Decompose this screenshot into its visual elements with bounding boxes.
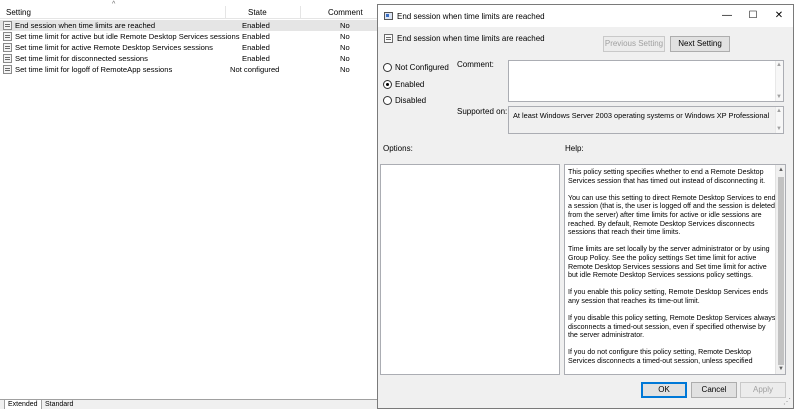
scroll-up-icon[interactable]: ▲	[776, 108, 782, 114]
column-divider[interactable]	[225, 6, 226, 19]
previous-setting-button[interactable]: Previous Setting	[603, 36, 665, 52]
help-paragraph: This policy setting specifies whether to…	[568, 168, 766, 185]
radio-circle[interactable]	[383, 96, 392, 105]
setting-heading: End session when time limits are reached	[397, 34, 545, 43]
radio-circle[interactable]	[383, 80, 392, 89]
comment-field[interactable]: ▲ ▼	[508, 60, 784, 102]
column-header-comment[interactable]: Comment	[328, 8, 363, 17]
tab-extended[interactable]: Extended	[4, 400, 42, 409]
close-button[interactable]: ✕	[766, 7, 792, 25]
radio-circle[interactable]	[383, 63, 392, 72]
row-setting-name: End session when time limits are reached	[15, 21, 156, 30]
supported-on-field: At least Windows Server 2003 operating s…	[508, 106, 784, 134]
tab-standard[interactable]: Standard	[42, 400, 76, 409]
row-setting-name: Set time limit for active Remote Desktop…	[15, 43, 213, 52]
help-text: This policy setting specifies whether to…	[568, 168, 776, 374]
title-bar[interactable]: End session when time limits are reached…	[378, 5, 793, 27]
row-setting-name: Set time limit for logoff of RemoteApp s…	[15, 65, 173, 74]
help-scrollbar[interactable]: ▲ ▼	[775, 165, 785, 374]
scroll-down-icon[interactable]: ▼	[776, 126, 782, 132]
radio-label: Not Configured	[395, 63, 449, 72]
group-policy-window-icon	[384, 12, 393, 20]
policy-setting-icon	[384, 34, 393, 43]
supported-on-label: Supported on:	[457, 107, 508, 116]
window-title: End session when time limits are reached	[397, 12, 545, 21]
policy-setting-icon	[3, 65, 12, 74]
row-state: Enabled	[242, 43, 270, 52]
scroll-up-icon[interactable]: ▲	[776, 62, 782, 68]
row-state: Enabled	[242, 32, 270, 41]
view-tabs: Extended Standard	[0, 399, 380, 409]
row-setting-name: Set time limit for disconnected sessions	[15, 54, 148, 63]
policy-setting-icon	[3, 21, 12, 30]
table-row[interactable]: Set time limit for active Remote Desktop…	[0, 42, 380, 53]
sort-ascending-icon: ^	[112, 1, 116, 8]
scroll-down-icon[interactable]: ▼	[776, 94, 782, 100]
row-comment: No	[340, 43, 350, 52]
options-label: Options:	[383, 144, 413, 153]
column-header-state[interactable]: State	[248, 8, 267, 17]
table-row[interactable]: Set time limit for logoff of RemoteApp s…	[0, 64, 380, 75]
help-paragraph: If you do not configure this policy sett…	[568, 348, 753, 366]
row-setting-name: Set time limit for active but idle Remot…	[15, 32, 240, 41]
scroll-up-icon[interactable]: ▲	[776, 166, 785, 174]
comment-label: Comment:	[457, 60, 494, 69]
column-header-setting[interactable]: Setting	[6, 8, 31, 17]
row-comment: No	[340, 65, 350, 74]
list-header: ^ Setting State Comment	[0, 1, 380, 19]
row-comment: No	[340, 54, 350, 63]
row-state: Enabled	[242, 54, 270, 63]
row-state: Enabled	[242, 21, 270, 30]
supported-scrollbar[interactable]: ▲ ▼	[775, 107, 783, 133]
policy-setting-dialog: End session when time limits are reached…	[377, 4, 794, 409]
radio-label: Enabled	[395, 80, 425, 89]
row-comment: No	[340, 32, 350, 41]
minimize-button[interactable]: —	[714, 7, 740, 25]
table-row[interactable]: Set time limit for active but idle Remot…	[0, 31, 380, 42]
scrollbar-thumb[interactable]	[778, 177, 784, 365]
help-paragraph: If you enable this policy setting, Remot…	[568, 288, 768, 305]
supported-on-value: At least Windows Server 2003 operating s…	[513, 111, 770, 120]
table-row[interactable]: Set time limit for disconnected sessions…	[0, 53, 380, 64]
maximize-button[interactable]: ☐	[740, 7, 766, 25]
help-pane: This policy setting specifies whether to…	[564, 164, 786, 375]
policy-list-view: ^ Setting State Comment End session when…	[0, 0, 380, 409]
policy-setting-icon	[3, 43, 12, 52]
policy-setting-icon	[3, 54, 12, 63]
help-paragraph: If you disable this policy setting, Remo…	[568, 314, 776, 340]
policy-setting-icon	[3, 32, 12, 41]
help-paragraph: You can use this setting to direct Remot…	[568, 193, 776, 237]
scroll-down-icon[interactable]: ▼	[776, 365, 785, 373]
help-label: Help:	[565, 144, 584, 153]
column-divider[interactable]	[300, 6, 301, 19]
apply-button[interactable]: Apply	[740, 382, 786, 398]
table-row[interactable]: End session when time limits are reached…	[0, 20, 380, 31]
cancel-button[interactable]: Cancel	[691, 382, 737, 398]
row-state: Not configured	[230, 65, 280, 74]
resize-grip-icon[interactable]: ⋰	[783, 397, 791, 406]
row-comment: No	[340, 21, 350, 30]
comment-scrollbar[interactable]: ▲ ▼	[775, 61, 783, 101]
ok-button[interactable]: OK	[641, 382, 687, 398]
options-pane	[380, 164, 560, 375]
radio-label: Disabled	[395, 96, 427, 105]
next-setting-button[interactable]: Next Setting	[670, 36, 730, 52]
help-paragraph: Time limits are set locally by the serve…	[568, 245, 770, 280]
